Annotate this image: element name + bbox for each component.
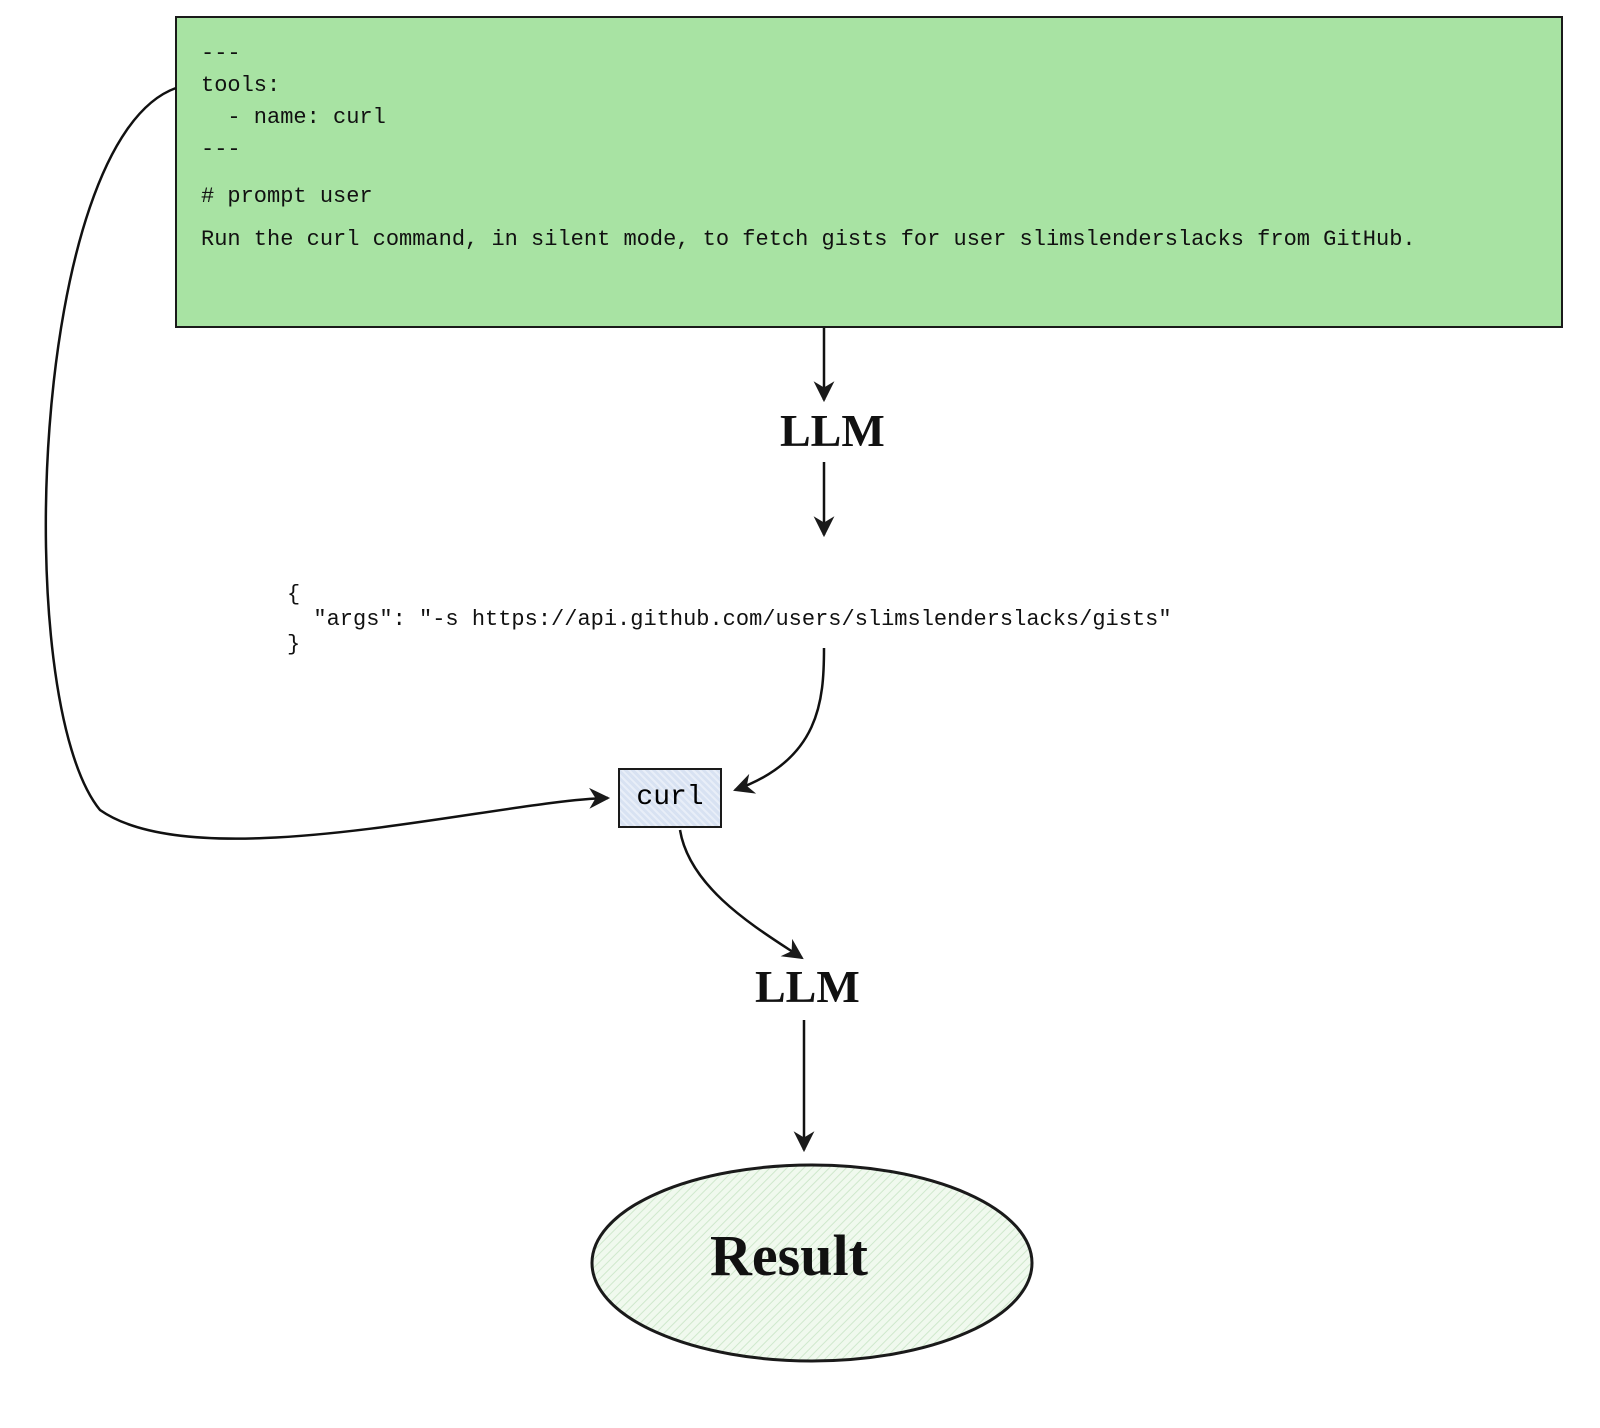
llm-label-2: LLM bbox=[755, 960, 860, 1013]
prompt-box: --- tools: - name: curl --- # prompt use… bbox=[175, 16, 1563, 328]
arrow-json-to-curl bbox=[735, 648, 824, 790]
args-json: { "args": "-s https://api.github.com/use… bbox=[287, 582, 1172, 657]
curl-node: curl bbox=[618, 768, 722, 828]
prompt-body: Run the curl command, in silent mode, to… bbox=[201, 227, 1537, 252]
prompt-yaml: --- tools: - name: curl --- bbox=[201, 38, 1537, 166]
llm-label-1: LLM bbox=[780, 404, 885, 457]
arrow-curl-to-llm2 bbox=[680, 830, 802, 958]
result-label: Result bbox=[710, 1222, 868, 1289]
prompt-heading: # prompt user bbox=[201, 184, 1537, 209]
